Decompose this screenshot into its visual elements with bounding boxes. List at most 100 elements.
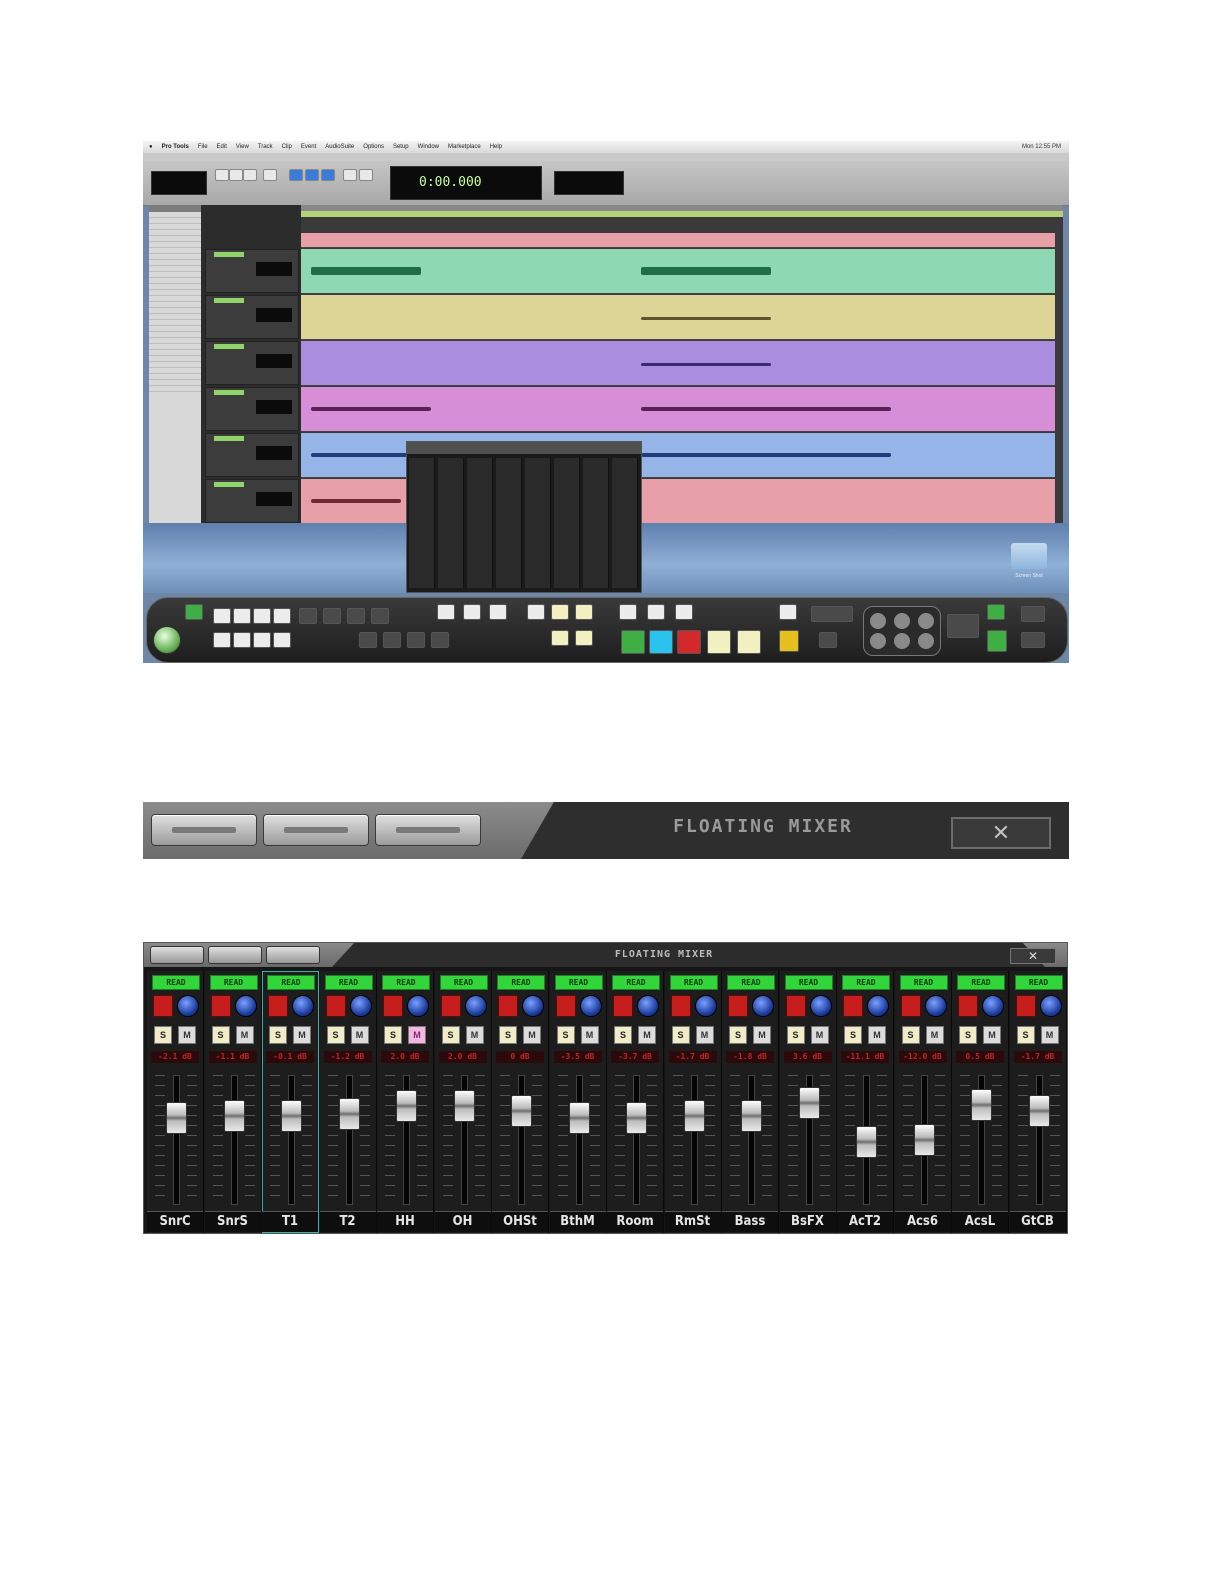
- zoom-tool-button[interactable]: [263, 169, 277, 181]
- transport-button[interactable]: [707, 630, 731, 654]
- track-lane[interactable]: [301, 387, 1055, 432]
- metronome-button[interactable]: [779, 604, 797, 620]
- bank-button[interactable]: [407, 632, 425, 648]
- record-button[interactable]: [677, 630, 701, 654]
- menu-file[interactable]: File: [198, 144, 208, 150]
- pan-knob[interactable]: [349, 995, 372, 1017]
- mute-button[interactable]: M: [523, 1026, 541, 1044]
- automation-mode-button[interactable]: READ: [152, 975, 200, 990]
- pan-knob[interactable]: [982, 995, 1004, 1017]
- fader-cap[interactable]: [166, 1102, 187, 1135]
- fader[interactable]: [837, 1069, 894, 1207]
- menu-window[interactable]: Window: [418, 144, 439, 150]
- mute-button[interactable]: M: [983, 1026, 1001, 1044]
- menu-event[interactable]: Event: [301, 144, 316, 150]
- bank-button[interactable]: [383, 632, 401, 648]
- edit-button[interactable]: [233, 632, 251, 648]
- solo-button[interactable]: S: [901, 1026, 920, 1044]
- automation-button[interactable]: [647, 604, 665, 620]
- mute-button[interactable]: M: [810, 1026, 829, 1044]
- grabber-tool-button[interactable]: [321, 169, 335, 181]
- record-arm-button[interactable]: [843, 995, 863, 1017]
- automation-mode-button[interactable]: READ: [669, 975, 718, 990]
- fader[interactable]: [320, 1069, 377, 1207]
- folder-icon[interactable]: [1011, 543, 1047, 569]
- channel-name[interactable]: SnrS: [204, 1211, 261, 1232]
- edit-window-titlebar[interactable]: [143, 153, 1069, 161]
- channel-strip[interactable]: [612, 458, 638, 588]
- channel-name[interactable]: T1: [262, 1211, 318, 1232]
- channel-strip[interactable]: READ S M 0 dB OHSt: [492, 971, 549, 1233]
- mute-button[interactable]: M: [293, 1026, 311, 1044]
- record-arm-button[interactable]: [670, 995, 691, 1017]
- fader[interactable]: [607, 1069, 664, 1207]
- automation-mode-button[interactable]: READ: [612, 975, 660, 990]
- solo-button[interactable]: S: [614, 1026, 632, 1044]
- channel-name[interactable]: AcT2: [837, 1211, 893, 1232]
- channel-name[interactable]: Acs6: [894, 1211, 951, 1232]
- channel-strip[interactable]: [583, 458, 609, 588]
- fader-cap[interactable]: [856, 1125, 877, 1158]
- fader-cap[interactable]: [913, 1124, 935, 1156]
- edit-button[interactable]: [233, 608, 251, 624]
- track-header[interactable]: [205, 433, 299, 477]
- trim-tool-button[interactable]: [289, 169, 303, 181]
- automation-mode-button[interactable]: READ: [554, 975, 603, 990]
- edit-button[interactable]: [273, 608, 291, 624]
- fader[interactable]: [952, 1069, 1009, 1207]
- grid-nudge-display[interactable]: [554, 171, 624, 195]
- pan-knob[interactable]: [1039, 995, 1062, 1017]
- view-button[interactable]: [489, 604, 507, 620]
- solo-button[interactable]: S: [1016, 1026, 1035, 1044]
- track-header[interactable]: [205, 341, 299, 385]
- record-arm-button[interactable]: [153, 995, 173, 1017]
- fast-forward-button[interactable]: [575, 630, 593, 646]
- automation-mode-button[interactable]: READ: [957, 975, 1005, 990]
- channel-strip[interactable]: READ S M -3.7 dB Room: [607, 971, 664, 1233]
- track-lane[interactable]: [301, 233, 1055, 248]
- channel-strip[interactable]: READ S M -11.1 dB AcT2: [837, 971, 894, 1233]
- tool-button[interactable]: [243, 169, 257, 181]
- pan-knob[interactable]: [522, 995, 544, 1017]
- channel-name[interactable]: Room: [607, 1211, 663, 1232]
- channel-strip[interactable]: [438, 458, 464, 588]
- fader[interactable]: [1010, 1069, 1067, 1207]
- mute-button[interactable]: M: [235, 1026, 254, 1044]
- nudge-button[interactable]: [527, 604, 545, 620]
- pan-knob[interactable]: [579, 995, 602, 1017]
- record-arm-button[interactable]: [383, 995, 403, 1017]
- record-arm-button[interactable]: [268, 995, 288, 1017]
- pan-knob[interactable]: [177, 995, 199, 1017]
- channel-strip[interactable]: READ S M -1.2 dB T2: [319, 971, 377, 1233]
- lock-button[interactable]: [779, 630, 799, 652]
- function-button[interactable]: [299, 608, 317, 624]
- page-button[interactable]: [1021, 606, 1045, 622]
- fader-cap[interactable]: [396, 1089, 417, 1122]
- view-button[interactable]: [463, 604, 481, 620]
- mode-display[interactable]: [151, 171, 207, 195]
- display-button[interactable]: [811, 606, 853, 622]
- app-menu[interactable]: Pro Tools: [162, 144, 189, 150]
- fader-cap[interactable]: [453, 1089, 475, 1122]
- menu-track[interactable]: Track: [258, 144, 273, 150]
- channel-name[interactable]: OH: [434, 1211, 491, 1232]
- fader[interactable]: [492, 1069, 549, 1207]
- edit-button[interactable]: [253, 632, 271, 648]
- automation-mode-button[interactable]: READ: [497, 975, 545, 990]
- channel-strip[interactable]: READ S M -1.8 dB Bass: [722, 971, 779, 1233]
- automation-button[interactable]: [619, 604, 637, 620]
- navigation-pad[interactable]: [863, 606, 941, 656]
- menu-setup[interactable]: Setup: [393, 144, 409, 150]
- pan-knob[interactable]: [867, 995, 889, 1017]
- automation-mode-button[interactable]: READ: [899, 975, 948, 990]
- middle-button[interactable]: [208, 946, 262, 964]
- track-header[interactable]: [205, 249, 299, 293]
- fader-cap[interactable]: [741, 1099, 762, 1132]
- menu-marketplace[interactable]: Marketplace: [448, 144, 481, 150]
- channel-name[interactable]: AcsL: [952, 1211, 1008, 1232]
- fader[interactable]: [722, 1069, 779, 1207]
- track-header[interactable]: [205, 295, 299, 339]
- menu-help[interactable]: Help: [490, 144, 502, 150]
- fader[interactable]: [550, 1069, 607, 1207]
- record-arm-button[interactable]: [900, 995, 921, 1017]
